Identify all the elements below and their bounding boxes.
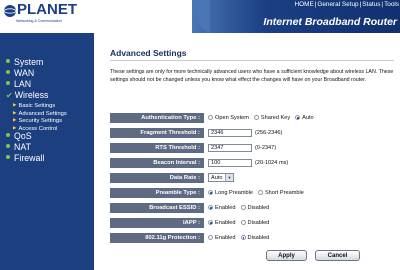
data-rate-select[interactable]: Auto ▼ [208,173,234,182]
broadcast-essid-row: Broadcast ESSID : Enabled Disabled [110,201,394,214]
auth-auto-option[interactable]: Auto [295,115,314,121]
protection-enabled-option[interactable]: Enabled [208,235,236,241]
radio-shared-key[interactable] [253,115,259,120]
essid-enabled-option[interactable]: Enabled [208,205,236,211]
triangle-right-icon: ▶ [13,102,17,107]
bullet-icon [6,81,10,85]
rts-threshold-label: RTS Threshold : [110,142,204,153]
radio-essid-enabled[interactable] [208,205,213,210]
iapp-disabled-option[interactable]: Disabled [240,220,269,226]
preamble-short-option[interactable]: Short Preamble [257,190,304,196]
bullet-icon [6,70,10,74]
sidebar-subitem-access-control[interactable]: ▶ Access Control [6,124,94,132]
beacon-interval-input[interactable]: 100 [208,158,252,167]
radio-iapp-disabled[interactable] [240,220,246,225]
nav-link-home[interactable]: HOME [295,1,314,8]
bullet-icon [6,133,10,137]
rts-threshold-input[interactable]: 2347 [208,143,252,152]
auth-shared-key-option[interactable]: Shared Key [253,115,290,121]
data-rate-label: Data Rate : [110,172,204,183]
rts-threshold-row: RTS Threshold : 2347 (0-2347) [110,141,394,154]
beacon-interval-row: Beacon Interval : 100 (20-1024 ms) [110,156,394,169]
triangle-right-icon: ▶ [13,109,17,115]
g-protection-row: 802.11g Protection : Enabled Disabled [110,231,394,244]
bullet-icon [6,144,10,148]
fragment-threshold-input[interactable]: 2346 [208,128,252,137]
preamble-type-label: Preamble Type : [110,187,204,198]
broadcast-essid-label: Broadcast ESSID : [110,202,204,213]
page-title: Advanced Settings [110,48,187,58]
iapp-enabled-option[interactable]: Enabled [208,220,236,226]
nav-link-status[interactable]: Status [362,1,380,8]
triangle-right-icon: ▶ [13,117,17,122]
fragment-threshold-row: Fragment Threshold : 2346 (256-2346) [110,126,394,139]
iapp-label: IAPP : [110,217,204,228]
header-curve [192,0,210,33]
radio-short-preamble[interactable] [257,190,263,195]
fragment-threshold-label: Fragment Threshold : [110,127,204,138]
apply-button[interactable]: Apply [266,250,307,261]
sidebar-item-wireless[interactable]: ✔ Wireless [6,90,94,101]
nav-link-tools[interactable]: Tools [384,1,399,8]
sidebar-item-nat[interactable]: NAT [6,142,94,153]
sidebar-item-wan[interactable]: WAN [6,68,94,79]
g-protection-label: 802.11g Protection : [110,232,204,243]
brand-name: PLANET [17,1,77,18]
title-divider [110,60,394,61]
beacon-interval-range: (20-1024 ms) [255,159,289,166]
check-icon: ✔ [6,91,13,100]
brand-tagline: Networking & Communication [16,19,63,23]
sidebar-subitem-basic-settings[interactable]: ▶ Basic Settings [6,101,94,109]
rts-threshold-range: (0-2347) [255,144,277,151]
radio-long-preamble[interactable] [208,190,213,195]
protection-disabled-option[interactable]: Disabled [240,235,269,241]
settings-table: Authentication Type : Open System Shared… [110,111,394,246]
preamble-type-row: Preamble Type : Long Preamble Short Prea… [110,186,394,199]
sidebar-nav: System WAN LAN ✔ Wireless ▶ Basic Settings… [6,57,94,164]
top-nav: HOME|General Setup|Status|Tools [294,1,399,8]
sidebar: System WAN LAN ✔ Wireless ▶ Basic Settings… [0,33,94,270]
page-description: These settings are only for more technic… [110,69,394,83]
chevron-down-icon[interactable]: ▼ [225,174,233,181]
essid-disabled-option[interactable]: Disabled [240,205,269,211]
radio-open-system[interactable] [208,115,213,120]
sidebar-item-lan[interactable]: LAN [6,79,94,90]
nav-link-general-setup[interactable]: General Setup [317,1,358,8]
iapp-row: IAPP : Enabled Disabled [110,216,394,229]
planet-logo: PLANET Networking & Communication [3,1,77,30]
auth-open-system-option[interactable]: Open System [208,115,249,121]
data-rate-row: Data Rate : Auto ▼ [110,171,394,184]
sidebar-item-firewall[interactable]: Firewall [6,153,94,164]
auth-type-label: Authentication Type : [110,112,204,123]
sidebar-subitem-advanced-settings[interactable]: ▶ Advanced Settings [6,109,94,117]
radio-protection-enabled[interactable] [208,235,213,240]
radio-iapp-enabled[interactable] [208,220,213,225]
triangle-right-icon: ▶ [13,124,17,130]
sidebar-item-system[interactable]: System [6,57,94,68]
preamble-long-option[interactable]: Long Preamble [208,190,253,196]
form-buttons: Apply Cancel [266,250,360,261]
bullet-icon [6,59,10,63]
radio-auto[interactable] [295,115,301,120]
radio-essid-disabled[interactable] [240,205,246,210]
main-content: Advanced Settings These settings are onl… [94,33,400,270]
header: PLANET Networking & Communication HOME|G… [0,0,400,33]
product-title: Internet Broadband Router [263,16,397,28]
radio-protection-disabled[interactable] [240,235,246,240]
sidebar-item-qos[interactable]: QoS [6,131,94,142]
beacon-interval-label: Beacon Interval : [110,157,204,168]
fragment-threshold-range: (256-2346) [255,129,283,136]
cancel-button[interactable]: Cancel [315,250,360,261]
auth-type-row: Authentication Type : Open System Shared… [110,111,394,124]
bullet-icon [6,155,10,159]
sidebar-subitem-security-settings[interactable]: ▶ Security Settings [6,116,94,124]
planet-globe-icon [3,5,17,17]
